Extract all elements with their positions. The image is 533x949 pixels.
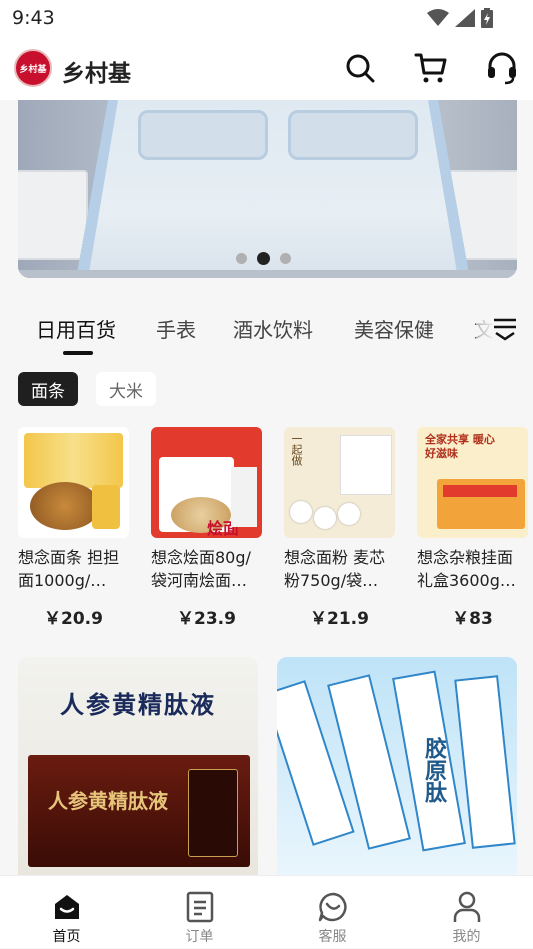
product-name: 想念杂粮挂面礼盒3600g… [417, 548, 516, 590]
banner-pillow-left [138, 110, 268, 160]
customer-service-button[interactable] [484, 50, 520, 86]
chip-noodles[interactable]: 面条 [18, 372, 78, 406]
product-price: ￥20.9 [44, 609, 103, 629]
product-image: 全家共享 暖心好滋味 [417, 427, 528, 538]
product-price: ￥21.9 [310, 609, 369, 629]
search-button[interactable] [342, 50, 378, 86]
headset-icon [488, 52, 516, 85]
tab-watches[interactable]: 手表 [156, 314, 196, 343]
nav-profile[interactable]: 我的 [400, 876, 533, 949]
chat-icon [318, 892, 347, 922]
tab-daily-goods[interactable]: 日用百货 [36, 314, 116, 343]
product-name: 想念烩面80g/袋河南烩面… [151, 548, 251, 590]
home-icon [54, 895, 79, 919]
app-title: 乡村基 [62, 61, 131, 87]
chip-rice[interactable]: 大米 [96, 372, 156, 406]
banner-bottom-strip [18, 270, 517, 278]
category-tabs: 日用百货 手表 酒水饮料 美容保健 文 [0, 300, 533, 360]
logo-text: 乡村基 [19, 64, 47, 75]
product-price: ￥83 [452, 609, 493, 629]
nav-service-label: 客服 [318, 929, 347, 945]
feed-card[interactable]: 胶原肽 [277, 657, 517, 879]
banner-pillow-right [288, 110, 418, 160]
feed-card[interactable]: 人参黄精肽液 人参黄精肽液 [18, 657, 258, 879]
profile-icon [453, 891, 480, 922]
cart-button[interactable] [413, 50, 449, 86]
battery-icon [481, 8, 493, 28]
banner-pagination [236, 252, 291, 265]
feed-card-title: 胶原肽 [421, 737, 446, 803]
product-image: 一起做 [284, 427, 395, 538]
product-card[interactable]: 一起做 想念面粉 麦芯粉750g/袋… ￥21.9 [284, 427, 395, 629]
feed-product-box: 人参黄精肽液 [28, 755, 250, 867]
app-logo: 乡村基 [14, 49, 52, 87]
nav-orders[interactable]: 订单 [133, 876, 266, 949]
product-price: ￥23.9 [177, 609, 236, 629]
expand-categories-button[interactable] [476, 302, 533, 354]
feed-card-title: 人参黄精肽液 [60, 691, 216, 719]
nav-service[interactable]: 客服 [266, 876, 399, 949]
nav-home-label: 首页 [52, 929, 81, 945]
nav-home[interactable]: 首页 [0, 876, 133, 949]
app-header: 乡村基 乡村基 [0, 36, 533, 100]
banner-nightstand-left [18, 170, 88, 260]
banner-dot-1[interactable] [236, 253, 247, 264]
banner-dot-2[interactable] [257, 252, 270, 265]
product-card[interactable]: 烩面 想念烩面80g/袋河南烩面… ￥23.9 [151, 427, 262, 629]
wifi-icon [427, 9, 449, 26]
product-card[interactable]: 全家共享 暖心好滋味 想念杂粮挂面礼盒3600g… ￥83 [417, 427, 528, 629]
nav-profile-label: 我的 [452, 929, 481, 945]
product-image [18, 427, 129, 538]
product-image-text: 一起做 [290, 433, 303, 466]
menu-expand-icon [493, 318, 516, 341]
signal-icon [455, 9, 475, 27]
tab-active-indicator [63, 351, 93, 355]
subcategory-chips: 面条 大米 [18, 372, 156, 406]
product-image-text: 全家共享 暖心好滋味 [425, 433, 495, 460]
product-name: 想念面粉 麦芯粉750g/袋… [284, 548, 386, 590]
feed-box-text: 人参黄精肽液 [48, 789, 168, 813]
order-icon [186, 891, 213, 923]
status-bar: 9:43 [0, 0, 533, 36]
cart-icon [414, 53, 447, 83]
tab-beauty-health[interactable]: 美容保健 [354, 314, 434, 343]
search-icon [346, 54, 375, 83]
bottom-navigation: 首页 订单 客服 我的 [0, 875, 533, 948]
status-time: 9:43 [12, 7, 55, 29]
product-image: 烩面 [151, 427, 262, 538]
tab-drinks[interactable]: 酒水饮料 [233, 314, 313, 343]
banner-dot-3[interactable] [280, 253, 291, 264]
product-card[interactable]: 想念面条 担担面1000g/… ￥20.9 [18, 427, 129, 629]
nav-orders-label: 订单 [185, 929, 214, 945]
product-name: 想念面条 担担面1000g/… [18, 548, 120, 590]
product-list: 想念面条 担担面1000g/… ￥20.9 烩面 想念烩面80g/袋河南烩面… … [18, 427, 533, 637]
